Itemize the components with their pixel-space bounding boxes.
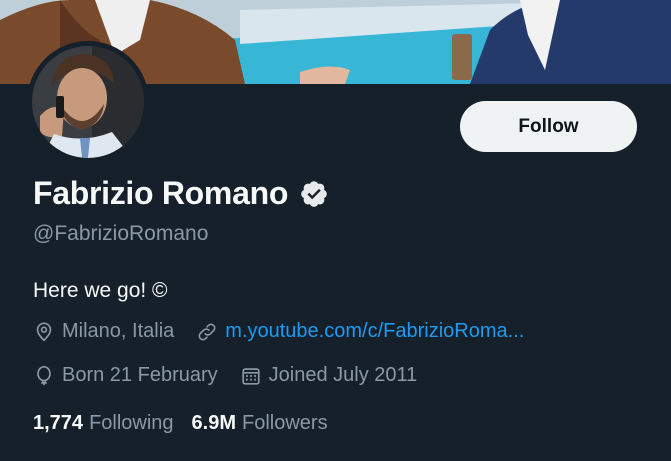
following-stat-link[interactable]: 1,774 Following xyxy=(33,412,174,435)
followers-stat-link[interactable]: 6.9M Followers xyxy=(192,412,328,435)
birthday-text: Born 21 February xyxy=(62,364,218,386)
user-handle: @FabrizioRomano xyxy=(33,222,209,245)
following-label: Following xyxy=(89,412,174,434)
verified-badge-icon[interactable] xyxy=(299,179,329,209)
joined-item: Joined July 2011 xyxy=(240,364,418,387)
location-item: Milano, Italia xyxy=(33,320,174,343)
location-pin-icon xyxy=(36,321,52,341)
followers-label: Followers xyxy=(242,412,328,434)
profile-meta-row-2: Born 21 February Joined July 2011 xyxy=(33,364,439,387)
website-item[interactable]: m.youtube.com/c/FabrizioRoma... xyxy=(196,320,524,343)
profile-bio: Here we go! © xyxy=(33,279,168,302)
balloon-icon xyxy=(37,365,51,385)
followers-count: 6.9M xyxy=(191,412,237,434)
profile-avatar[interactable] xyxy=(27,41,149,163)
following-count: 1,774 xyxy=(33,412,84,434)
follow-button[interactable]: Follow xyxy=(460,101,637,152)
location-text: Milano, Italia xyxy=(62,320,175,342)
website-link[interactable]: m.youtube.com/c/FabrizioRoma... xyxy=(225,320,524,343)
joined-text: Joined July 2011 xyxy=(268,364,418,386)
profile-meta-row-1: Milano, Italia m.youtube.com/c/FabrizioR… xyxy=(33,320,546,343)
birthday-item: Born 21 February xyxy=(33,364,218,387)
calendar-icon xyxy=(242,367,260,385)
follow-stats-row: 1,774 Following 6.9M Followers xyxy=(33,412,346,435)
link-icon xyxy=(198,323,216,340)
name-row: Fabrizio Romano xyxy=(33,175,329,212)
display-name: Fabrizio Romano xyxy=(33,175,289,211)
